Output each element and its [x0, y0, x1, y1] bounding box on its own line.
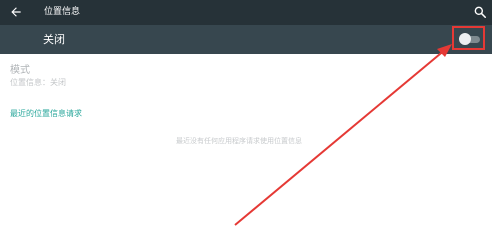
annotation-arrow	[234, 44, 452, 226]
